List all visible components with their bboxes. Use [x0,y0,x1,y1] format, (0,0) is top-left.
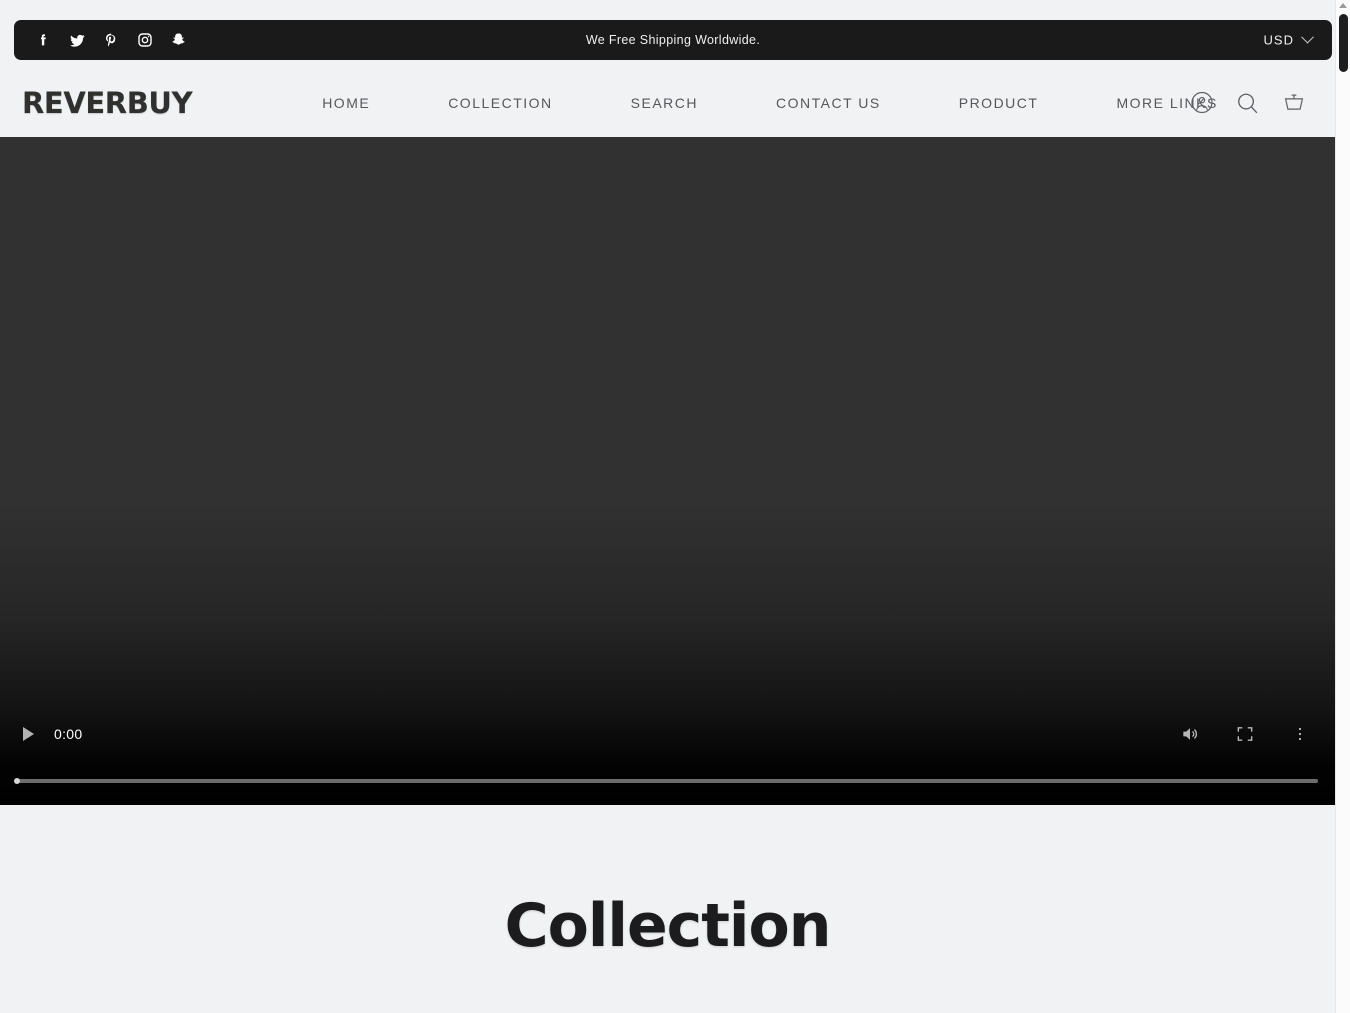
collection-title: Collection [504,891,832,961]
currency-value: USD [1263,32,1294,48]
header-icons [1188,89,1307,116]
hero-video[interactable]: 0:00 [0,137,1335,805]
currency-selector[interactable]: USD [1263,30,1314,48]
video-progress-bar[interactable] [14,778,1318,784]
snapchat-icon[interactable] [166,27,192,53]
video-control-right [1177,721,1313,747]
nav-item-contact-us[interactable]: CONTACT US [776,87,881,119]
account-icon[interactable] [1188,89,1215,116]
scrollbar-thumb[interactable] [1339,14,1348,72]
mute-button[interactable] [1177,721,1203,747]
announcement-text: We Free Shipping Worldwide. [585,33,761,47]
twitter-icon[interactable] [64,27,90,53]
site-header: REVERBUY HOME COLLECTION SEARCH CONTACT … [0,68,1335,137]
social-links [14,27,192,53]
video-control-row: 0:00 [0,713,1335,755]
facebook-icon[interactable] [30,27,56,53]
scroll-up-arrow-icon[interactable] [1339,3,1347,8]
play-button[interactable] [14,720,42,748]
video-time: 0:00 [54,726,83,742]
browser-scrollbar[interactable] [1335,0,1350,1013]
main-navigation: HOME COLLECTION SEARCH CONTACT US PRODUC… [322,87,1218,119]
nav-item-collection[interactable]: COLLECTION [448,87,552,119]
chevron-down-icon [1301,30,1314,44]
cart-icon[interactable] [1280,89,1307,116]
nav-item-product[interactable]: PRODUCT [959,87,1039,119]
announcement-bar: We Free Shipping Worldwide. USD [14,20,1332,60]
nav-item-home[interactable]: HOME [322,87,370,119]
nav-item-search[interactable]: SEARCH [631,87,698,119]
fullscreen-button[interactable] [1232,721,1258,747]
play-icon [22,727,34,741]
page-root: We Free Shipping Worldwide. USD REVERBUY… [0,0,1350,1013]
instagram-icon[interactable] [132,27,158,53]
search-icon[interactable] [1234,89,1261,116]
video-progress-handle[interactable] [14,778,20,784]
video-controls: 0:00 [0,685,1335,805]
logo[interactable]: REVERBUY [22,86,193,120]
collection-section: Collection [0,805,1335,1013]
pinterest-icon[interactable] [98,27,124,53]
more-options-button[interactable] [1287,721,1313,747]
